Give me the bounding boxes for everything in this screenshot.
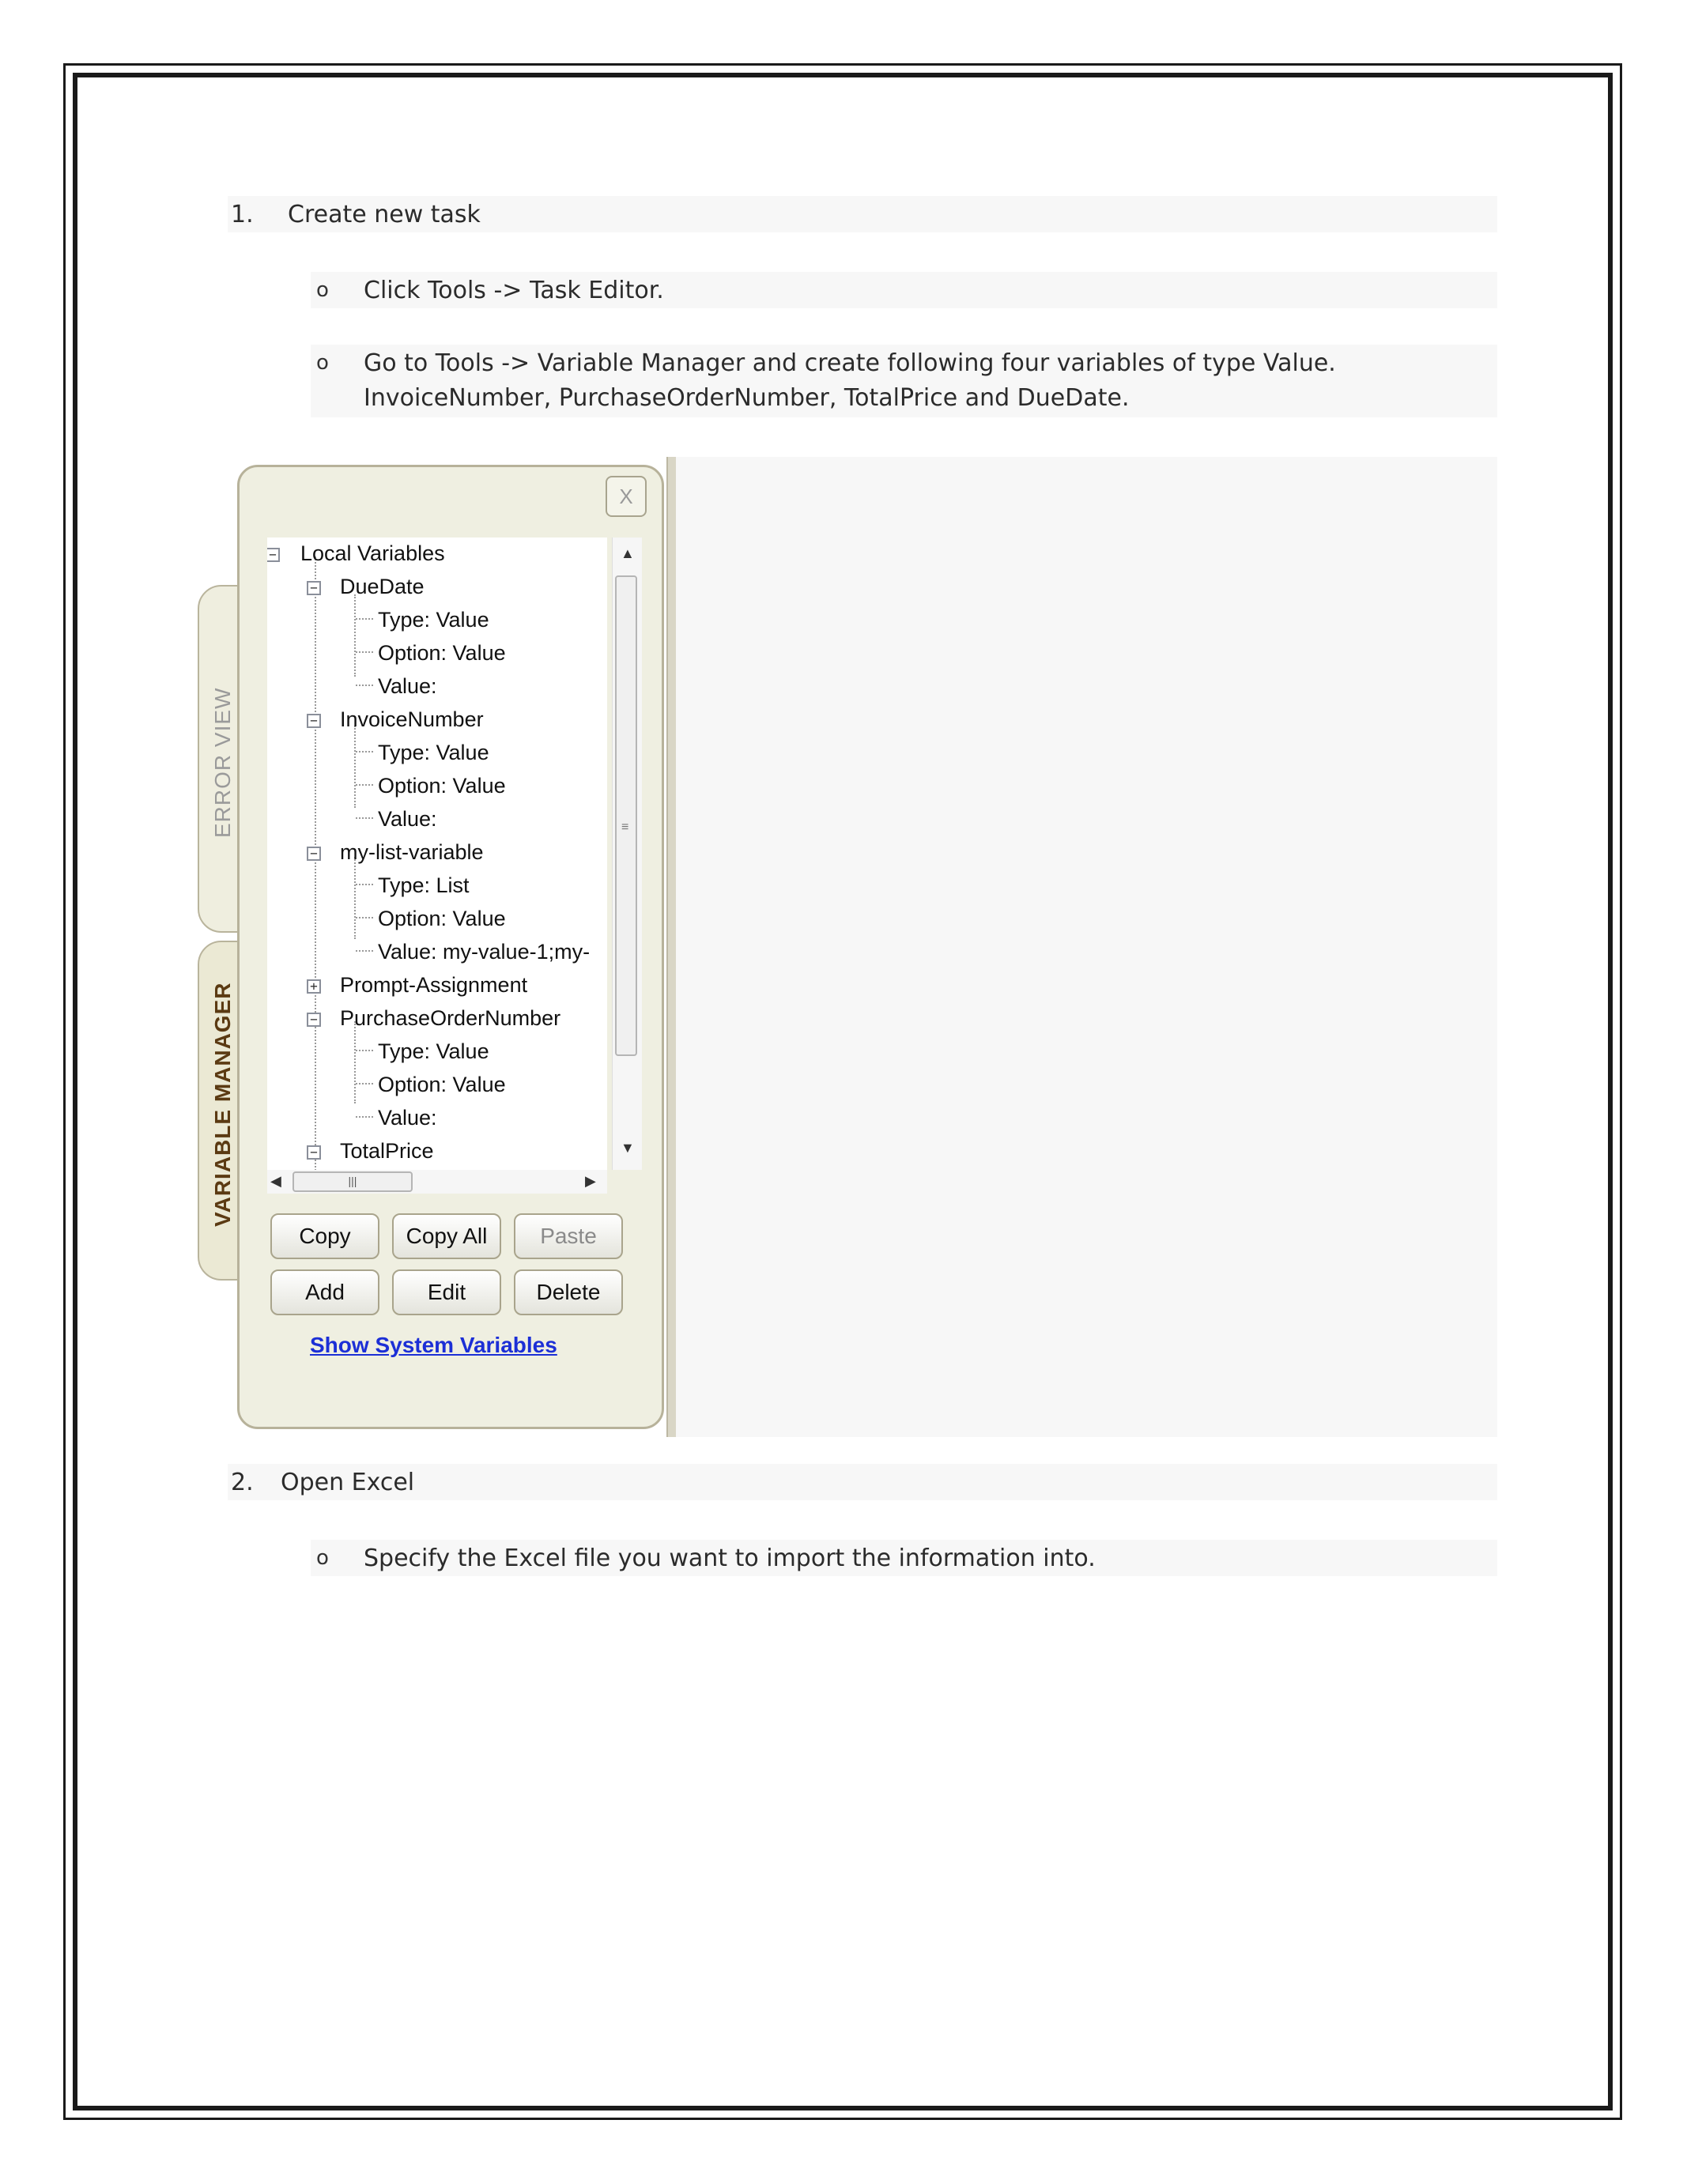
tree-leaf: Option: Value (378, 774, 506, 798)
tree-connector (354, 726, 356, 808)
vertical-scroll-thumb[interactable] (615, 575, 637, 1056)
edit-button[interactable]: Edit (392, 1269, 501, 1315)
tree-node-duedate[interactable]: DueDate (340, 572, 425, 601)
tree-connector (356, 651, 373, 653)
collapse-icon[interactable]: − (307, 1145, 321, 1160)
copy-all-button[interactable]: Copy All (392, 1213, 501, 1259)
tree-leaf: Value: (378, 1106, 437, 1130)
bullet-marker: o (316, 351, 329, 375)
tree-leaf: Type: Value (378, 1039, 489, 1063)
tree-connector (356, 1050, 373, 1051)
variable-tree[interactable]: − Local Variables − DueDate Type: Value … (267, 538, 607, 1170)
collapse-icon[interactable]: − (307, 847, 321, 861)
tree-leaf: Type: List (378, 873, 470, 897)
grip-icon: ≡ (621, 820, 629, 834)
collapse-icon[interactable]: − (267, 548, 280, 562)
tree-leaf: Option: Value (378, 641, 506, 665)
bullet-specify-excel: Specify the Excel file you want to impor… (364, 1545, 1096, 1572)
step-2-band (228, 1464, 1497, 1500)
show-system-variables-link[interactable]: Show System Variables (310, 1333, 557, 1358)
bullet-marker: o (316, 278, 329, 302)
tree-connector (356, 950, 373, 952)
copy-button[interactable]: Copy (270, 1213, 379, 1259)
bullet-task-editor: Click Tools -> Task Editor. (364, 277, 664, 304)
bullet-marker: o (316, 1546, 329, 1570)
tree-connector (356, 685, 373, 686)
close-button[interactable]: X (606, 476, 647, 517)
tree-leaf: Value: (378, 674, 437, 698)
collapse-icon[interactable]: − (307, 581, 321, 595)
panel-divider (666, 457, 676, 1437)
tab-error-view-label: ERROR VIEW (210, 687, 235, 838)
tree-node-invoicenumber[interactable]: InvoiceNumber (340, 705, 484, 734)
tab-variable-manager-label: VARIABLE MANAGER (210, 982, 235, 1227)
tree-connector (356, 1116, 373, 1118)
tree-connector (354, 857, 356, 939)
tree-connector (356, 784, 373, 786)
scroll-right-arrow-icon[interactable]: ▶ (585, 1173, 596, 1190)
tree-connector (354, 1021, 356, 1103)
collapse-icon[interactable]: − (307, 714, 321, 728)
tree-node-prompt-assignment[interactable]: Prompt-Assignment (340, 971, 527, 999)
step-1-title: Create new task (288, 201, 481, 228)
step-2-number: 2. (231, 1469, 254, 1496)
tree-connector (356, 817, 373, 819)
scroll-up-arrow-icon[interactable]: ▲ (621, 545, 635, 562)
collapse-icon[interactable]: − (307, 1013, 321, 1027)
tree-leaf: Option: Value (378, 907, 506, 930)
step-2-title: Open Excel (281, 1469, 415, 1496)
tree-leaf: Value: my-value-1;my- (378, 940, 591, 964)
tree-connector (356, 751, 373, 753)
tree-connector (356, 917, 373, 918)
tree-leaf: Type: Value (378, 741, 489, 764)
tree-leaf: Type: Value (378, 608, 489, 632)
delete-button[interactable]: Delete (514, 1269, 623, 1315)
step-1-number: 1. (231, 201, 254, 228)
tree-node-purchaseordernumber[interactable]: PurchaseOrderNumber (340, 1004, 560, 1032)
horizontal-scroll-thumb[interactable]: ||| (292, 1171, 413, 1192)
tree-root: Local Variables (300, 541, 445, 565)
tree-node-totalprice[interactable]: TotalPrice (340, 1137, 434, 1165)
scroll-down-arrow-icon[interactable]: ▼ (621, 1140, 635, 1156)
add-button[interactable]: Add (270, 1269, 379, 1315)
tree-connector (356, 884, 373, 885)
bullet-variable-manager: Go to Tools -> Variable Manager and crea… (364, 349, 1336, 377)
bullet-variable-names: InvoiceNumber, PurchaseOrderNumber, Tota… (364, 384, 1130, 412)
tree-leaf: Option: Value (378, 1073, 506, 1096)
tree-connector (356, 618, 373, 620)
paste-button[interactable]: Paste (514, 1213, 623, 1259)
tree-connector (315, 556, 316, 1170)
scroll-left-arrow-icon[interactable]: ◀ (270, 1173, 281, 1190)
expand-icon[interactable]: + (307, 979, 321, 994)
tree-connector (354, 594, 356, 677)
tree-leaf: Value: (378, 807, 437, 831)
tree-connector (356, 1083, 373, 1084)
tree-node-my-list-variable[interactable]: my-list-variable (340, 838, 484, 866)
